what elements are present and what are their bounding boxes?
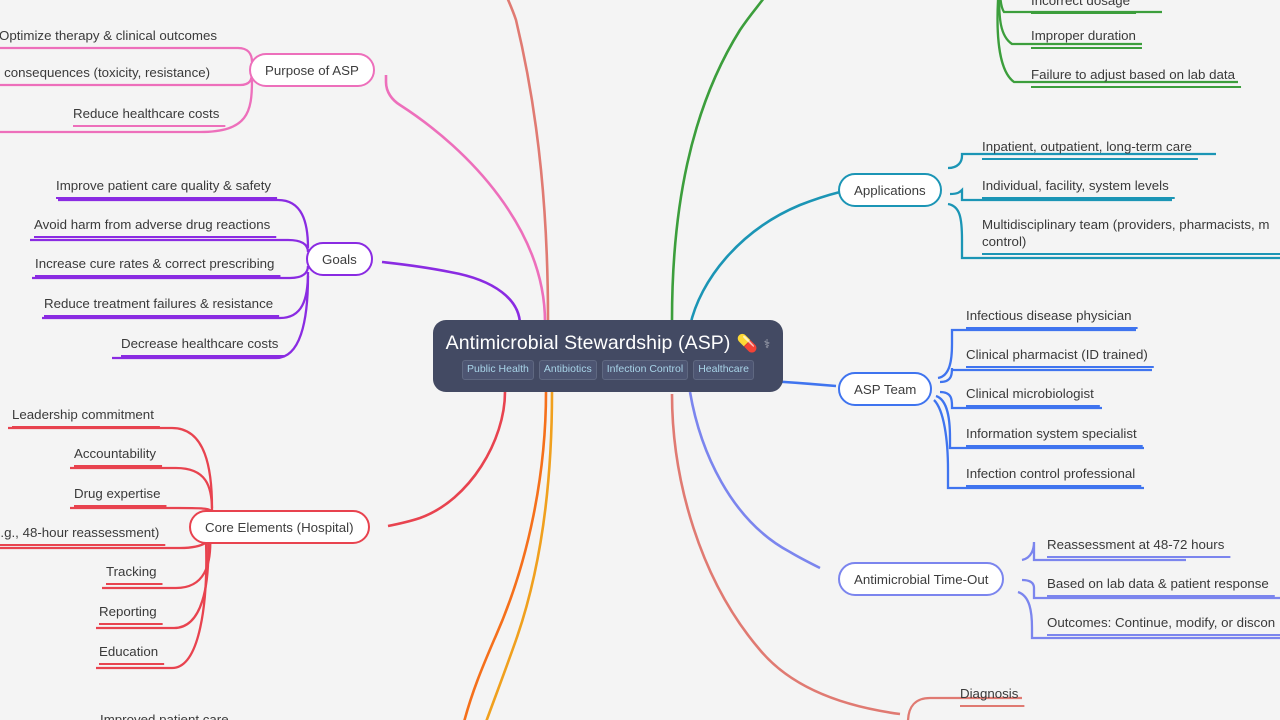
branch-node-antimicrobial-time-out[interactable]: Antimicrobial Time-Out: [838, 562, 1005, 596]
branch-node-purpose-of-asp[interactable]: Purpose of ASP: [249, 53, 375, 87]
branch-node-core-elements[interactable]: Core Elements (Hospital): [189, 510, 370, 544]
medical-symbol-icon: ⚕: [763, 336, 771, 351]
leaf-timeout-2[interactable]: Outcomes: Continue, modify, or discon: [1047, 614, 1275, 631]
central-title-text: Antimicrobial Stewardship (ASP): [445, 332, 731, 355]
leaf-asp-team-2[interactable]: Clinical microbiologist: [966, 385, 1094, 402]
leaf-purpose-2[interactable]: Reduce healthcare costs: [73, 105, 219, 122]
central-node-title: Antimicrobial Stewardship (ASP) 💊 ⚕: [446, 332, 771, 355]
leaf-core-2[interactable]: Drug expertise: [74, 485, 160, 502]
leaf-core-6[interactable]: Education: [99, 643, 158, 660]
leaf-diagnosis-0[interactable]: Diagnosis: [960, 685, 1018, 702]
leaf-applications-1[interactable]: Individual, facility, system levels: [982, 177, 1169, 194]
edge-group-diagnosis: [670, 393, 1022, 720]
leaf-goals-1[interactable]: Avoid harm from adverse drug reactions: [34, 216, 270, 233]
leaf-core-4[interactable]: Tracking: [106, 563, 157, 580]
leaf-core-3[interactable]: e.g., 48-hour reassessment): [0, 524, 159, 541]
leaf-core-0[interactable]: Leadership commitment: [12, 406, 154, 423]
branch-node-asp-team[interactable]: ASP Team: [838, 372, 933, 406]
edge-group-upper-salmon: [506, 0, 550, 321]
leaf-purpose-0[interactable]: Optimize therapy & clinical outcomes: [0, 27, 217, 44]
branch-node-goals[interactable]: Goals: [306, 242, 373, 276]
leaf-core-5[interactable]: Reporting: [99, 603, 157, 620]
leaf-core-1[interactable]: Accountability: [74, 445, 156, 462]
leaf-outcomes-0[interactable]: Improved patient care: [100, 711, 229, 720]
leaf-timeout-1[interactable]: Based on lab data & patient response: [1047, 575, 1269, 592]
tag-infection-control[interactable]: Infection Control: [601, 360, 689, 380]
central-node[interactable]: Antimicrobial Stewardship (ASP) 💊 ⚕ Publ…: [433, 320, 783, 392]
leaf-asp-team-4[interactable]: Infection control professional: [966, 465, 1135, 482]
leaf-applications-2[interactable]: Multidisciplinary team (providers, pharm…: [982, 216, 1280, 250]
leaf-goals-4[interactable]: Decrease healthcare costs: [121, 335, 278, 352]
leaf-inappropriate-1[interactable]: Improper duration: [1031, 27, 1136, 44]
leaf-goals-0[interactable]: Improve patient care quality & safety: [56, 177, 271, 194]
leaf-timeout-0[interactable]: Reassessment at 48-72 hours: [1047, 536, 1224, 553]
tag-antibiotics[interactable]: Antibiotics: [538, 360, 597, 380]
leaf-goals-2[interactable]: Increase cure rates & correct prescribin…: [35, 255, 274, 272]
leaf-goals-3[interactable]: Reduce treatment failures & resistance: [44, 295, 273, 312]
leaf-applications-0[interactable]: Inpatient, outpatient, long-term care: [982, 138, 1192, 155]
edge-group-inappropriate: [670, 0, 1238, 321]
leaf-asp-team-0[interactable]: Infectious disease physician: [966, 307, 1132, 324]
leaf-inappropriate-0[interactable]: Incorrect dosage: [1031, 0, 1130, 9]
edge-group-bottom-stems: [463, 391, 554, 720]
leaf-asp-team-1[interactable]: Clinical pharmacist (ID trained): [966, 346, 1148, 363]
tag-healthcare[interactable]: Healthcare: [693, 360, 754, 380]
leaf-purpose-1[interactable]: d consequences (toxicity, resistance): [0, 64, 210, 81]
leaf-asp-team-3[interactable]: Information system specialist: [966, 425, 1137, 442]
tag-public-health[interactable]: Public Health: [462, 360, 534, 380]
pill-icon: 💊: [736, 334, 758, 354]
leaf-inappropriate-2[interactable]: Failure to adjust based on lab data: [1031, 66, 1235, 83]
central-node-tags: Public Health Antibiotics Infection Cont…: [462, 360, 754, 380]
branch-node-applications[interactable]: Applications: [838, 173, 942, 207]
mindmap-canvas: Antimicrobial Stewardship (ASP) 💊 ⚕ Publ…: [0, 0, 1280, 720]
